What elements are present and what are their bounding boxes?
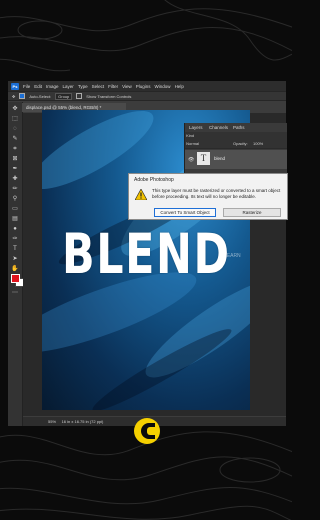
- photoshop-logo: Ps: [11, 82, 19, 90]
- foreground-color-swatch[interactable]: [11, 274, 20, 283]
- tools-panel: ✥ ⬚ ◌ ✎ ⌗ ⊠ ✒ ✚ ✏ ⚲ ▭ ▤ ● ✑ T ➤ ✋ ⋯: [8, 102, 24, 426]
- photoshop-alert-dialog: Adobe Photoshop This type layer must be …: [128, 173, 288, 220]
- move-tool-icon[interactable]: ✥: [12, 94, 15, 99]
- blend-mode-dropdown[interactable]: Normal: [186, 141, 199, 146]
- menu-bar: Ps File Edit Image Layer Type Select Fil…: [8, 81, 286, 91]
- status-zoom[interactable]: 55%: [48, 419, 56, 424]
- auto-select-dropdown[interactable]: Group: [55, 92, 73, 100]
- healing-brush-tool[interactable]: ✚: [11, 176, 19, 182]
- opacity-value[interactable]: 100%: [253, 140, 263, 148]
- menu-view[interactable]: View: [122, 84, 132, 89]
- show-transform-label: Show Transform Controls: [86, 93, 132, 99]
- frame-tool[interactable]: ⊠: [11, 156, 19, 162]
- auto-select-checkbox[interactable]: [19, 93, 26, 99]
- tab-layers[interactable]: Layers: [189, 125, 203, 130]
- kind-filter[interactable]: Kind: [186, 133, 194, 138]
- warning-icon: [135, 189, 147, 200]
- eraser-tool[interactable]: ▭: [11, 206, 19, 212]
- menu-plugins[interactable]: Plugins: [136, 84, 151, 89]
- menu-filter[interactable]: Filter: [108, 84, 118, 89]
- rasterize-button[interactable]: Rasterize: [223, 208, 281, 217]
- menu-type[interactable]: Type: [78, 84, 88, 89]
- menu-window[interactable]: Window: [155, 84, 171, 89]
- brand-logo-icon: [134, 418, 160, 444]
- blend-canvas-text[interactable]: BLEND: [62, 226, 229, 282]
- hand-tool[interactable]: ✋: [11, 266, 19, 272]
- quick-select-tool[interactable]: ✎: [11, 136, 19, 142]
- crop-tool[interactable]: ⌗: [11, 146, 19, 152]
- menu-file[interactable]: File: [23, 84, 30, 89]
- move-tool[interactable]: ✥: [11, 106, 19, 112]
- layer-name: blend: [214, 156, 226, 161]
- options-bar: ✥ Auto-Select: Group Show Transform Cont…: [8, 91, 286, 101]
- dialog-title: Adobe Photoshop: [134, 177, 174, 183]
- tab-paths[interactable]: Paths: [233, 125, 245, 130]
- menu-edit[interactable]: Edit: [34, 84, 42, 89]
- layers-panel: Layers Channels Paths Kind Normal Opacit…: [184, 123, 287, 173]
- menu-select[interactable]: Select: [92, 84, 105, 89]
- show-transform-checkbox[interactable]: [76, 93, 83, 99]
- menu-image[interactable]: Image: [46, 84, 59, 89]
- pen-tool[interactable]: ✑: [11, 236, 19, 242]
- eye-icon[interactable]: 👁: [188, 157, 194, 163]
- edit-toolbar-icon[interactable]: ⋯: [11, 290, 19, 296]
- dodge-tool[interactable]: ●: [11, 226, 19, 232]
- opacity-label: Opacity:: [233, 141, 248, 146]
- path-select-tool[interactable]: ➤: [11, 256, 19, 262]
- type-layer-thumbnail: T: [197, 152, 210, 165]
- gradient-tool[interactable]: ▤: [11, 216, 19, 222]
- layer-row-blend[interactable]: 👁 T blend: [185, 150, 287, 169]
- fabric-shadow: [87, 321, 237, 410]
- clone-stamp-tool[interactable]: ⚲: [11, 196, 19, 202]
- type-tool[interactable]: T: [11, 246, 19, 252]
- eyedropper-tool[interactable]: ✒: [11, 166, 19, 172]
- brand-logo-cutout: [147, 427, 156, 435]
- convert-to-smart-object-button[interactable]: Convert To Smart Object: [154, 208, 216, 217]
- tab-channels[interactable]: Channels: [209, 125, 228, 130]
- dialog-message: This type layer must be rasterized or co…: [152, 188, 281, 199]
- lasso-tool[interactable]: ◌: [11, 126, 19, 132]
- auto-select-label: Auto-Select:: [29, 93, 52, 99]
- status-document-size: 16 in x 16.75 in (72 ppi): [61, 419, 104, 424]
- blend-mode-row: Normal Opacity: 100%: [185, 140, 287, 149]
- menu-help[interactable]: Help: [175, 84, 184, 89]
- marquee-tool[interactable]: ⬚: [11, 116, 19, 122]
- brush-tool[interactable]: ✏: [11, 186, 19, 192]
- menu-layer[interactable]: Layer: [63, 84, 74, 89]
